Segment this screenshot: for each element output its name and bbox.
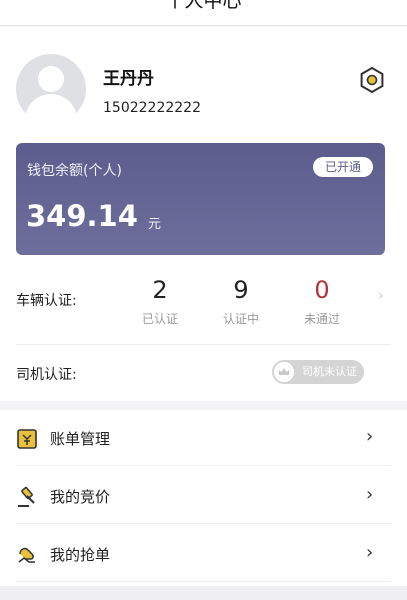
vehicle-chevron-icon[interactable]: ›	[378, 288, 384, 304]
menu-item-bills[interactable]: 账单管理 ›	[0, 410, 407, 466]
avatar-head-shape	[38, 66, 64, 92]
bill-icon	[17, 429, 37, 449]
stat-value: 0	[314, 276, 330, 304]
wallet-card[interactable]: 钱包余额(个人) 已开通 349.14 元	[16, 143, 385, 255]
chevron-right-icon: ›	[366, 542, 374, 563]
chevron-right-icon: ›	[366, 426, 374, 447]
menu-item-bidding[interactable]: 我的竞价 ›	[0, 468, 407, 524]
crown-icon	[274, 362, 294, 382]
avatar-body-shape	[25, 94, 77, 124]
driver-cert-status: 司机未认证	[302, 365, 357, 378]
divider	[16, 344, 391, 345]
wallet-label: 钱包余额(个人)	[27, 163, 122, 179]
bottom-spacer	[0, 586, 407, 600]
header-bar: 个人中心	[0, 0, 407, 26]
wallet-status-badge: 已开通	[312, 157, 373, 177]
stat-caption: 认证中	[222, 312, 259, 326]
chevron-right-icon: ›	[366, 484, 374, 505]
vehicle-stat-pending[interactable]: 9 认证中	[211, 276, 271, 327]
vehicle-stat-certified[interactable]: 2 已认证	[130, 276, 190, 327]
wallet-amount: 349.14	[26, 199, 138, 233]
driver-cert-badge[interactable]: 司机未认证	[272, 360, 364, 384]
stat-value: 9	[233, 276, 249, 304]
wallet-unit: 元	[148, 217, 162, 232]
user-name: 王丹丹	[103, 69, 154, 89]
avatar[interactable]	[16, 54, 86, 124]
user-phone: 15022222222	[103, 100, 201, 116]
menu-item-label: 我的竞价	[50, 488, 111, 506]
stat-value: 2	[152, 276, 168, 304]
page-title: 个人中心	[165, 0, 242, 12]
vehicle-stat-rejected[interactable]: 0 未通过	[292, 276, 352, 327]
stat-caption: 未通过	[303, 312, 340, 326]
gavel-icon	[18, 486, 35, 507]
divider	[16, 581, 391, 582]
divider	[16, 465, 391, 466]
settings-icon[interactable]	[358, 66, 386, 94]
vehicle-cert-label: 车辆认证:	[16, 293, 77, 309]
menu-list: 账单管理 › 我的竞价 › 我的抢单 ›	[0, 410, 407, 586]
divider	[16, 523, 391, 524]
menu-item-label: 账单管理	[50, 430, 111, 448]
menu-item-grab-orders[interactable]: 我的抢单 ›	[0, 526, 407, 582]
grab-hand-icon	[18, 547, 35, 563]
menu-item-label: 我的抢单	[50, 546, 111, 564]
stat-caption: 已认证	[141, 312, 178, 326]
driver-cert-label: 司机认证:	[16, 367, 77, 383]
